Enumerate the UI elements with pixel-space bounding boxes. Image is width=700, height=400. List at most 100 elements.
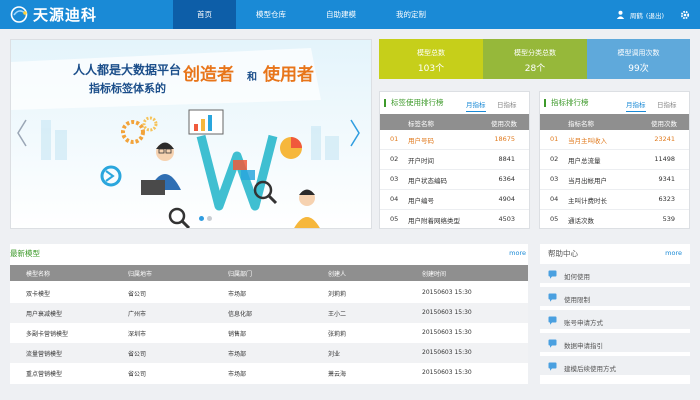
rank-count: 539 xyxy=(662,215,675,223)
help-item-usage-limits[interactable]: 使用限制 xyxy=(540,287,690,308)
panel-title: 指标排行榜 xyxy=(544,99,589,107)
model-dept: 市场部 xyxy=(228,371,247,378)
stat-label: 模型总数 xyxy=(417,49,445,57)
carousel-dot-2[interactable] xyxy=(207,216,212,221)
nav-self-modeling[interactable]: 自助建模 xyxy=(306,0,376,29)
rank-count: 9341 xyxy=(658,175,675,183)
help-item-label: 账号申请方式 xyxy=(564,319,603,327)
rank-count: 6364 xyxy=(498,175,515,183)
tab-daily[interactable]: 日指标 xyxy=(657,99,677,109)
rank-number: 03 xyxy=(390,175,399,183)
latest-models-section: 最新模型 more 模型名称 归属地市 归属部门 创建人 创建时间 双卡模型 省… xyxy=(10,244,528,384)
help-item-account-application[interactable]: 账号申请方式 xyxy=(540,310,690,331)
more-link[interactable]: more xyxy=(665,249,682,257)
stat-card-model-total[interactable]: 模型总数 103个 xyxy=(379,39,483,79)
banner-illustration: 人人都是大数据平台 指标标签体系的 创造者 和 使用者 xyxy=(11,40,371,228)
indicator-ranking-panel: 指标排行榜 月指标 日指标 指标名称 使用次数 01 当月主叫收入 23241 … xyxy=(539,91,690,229)
help-item-label: 数据申请指引 xyxy=(564,342,603,350)
column-header: 创建人 xyxy=(328,271,347,278)
table-row[interactable]: 02 开户时间 8841 xyxy=(380,150,529,170)
table-row[interactable]: 多副卡营销模型 深圳市 销售部 张莉莉 20150603 15:30 xyxy=(10,323,528,343)
rank-number: 04 xyxy=(550,195,559,203)
help-item-label: 建模后续使用方式 xyxy=(564,365,616,373)
stat-value: 28个 xyxy=(524,64,546,74)
rank-count: 4503 xyxy=(498,215,515,223)
rank-number: 01 xyxy=(550,135,559,143)
rank-number: 03 xyxy=(550,175,559,183)
model-time: 20150603 15:30 xyxy=(422,349,472,356)
model-creator: 刘莉莉 xyxy=(328,291,347,298)
banner-joiner: 和 xyxy=(246,70,257,83)
rank-number: 02 xyxy=(550,155,559,163)
nav-model-repository[interactable]: 模型仓库 xyxy=(236,0,306,29)
model-name[interactable]: 用户衰减模型 xyxy=(26,309,62,318)
stat-label: 模型调用次数 xyxy=(617,49,660,57)
rank-count: 4904 xyxy=(498,195,515,203)
rank-count: 23241 xyxy=(654,135,675,143)
table-row[interactable]: 双卡模型 省公司 市场部 刘莉莉 20150603 15:30 xyxy=(10,283,528,303)
more-link[interactable]: more xyxy=(509,249,526,257)
model-name[interactable]: 流量营销模型 xyxy=(26,349,62,358)
model-dept: 市场部 xyxy=(228,351,247,358)
stat-value: 99次 xyxy=(628,64,649,74)
gear-icon[interactable] xyxy=(680,10,690,20)
model-name[interactable]: 重点营销模型 xyxy=(26,369,62,378)
rank-count: 6323 xyxy=(658,195,675,203)
help-item-how-to-use[interactable]: 如何使用 xyxy=(540,264,690,285)
carousel-dots xyxy=(199,216,212,221)
brand-logo[interactable]: 天源迪科 xyxy=(10,5,97,24)
table-row[interactable]: 01 用户号码 18675 xyxy=(380,130,529,150)
banner-carousel[interactable]: 人人都是大数据平台 指标标签体系的 创造者 和 使用者 xyxy=(10,39,372,229)
column-header: 使用次数 xyxy=(651,120,677,128)
rank-count: 11498 xyxy=(654,155,675,163)
column-header: 标签名称 xyxy=(408,120,434,128)
help-item-post-modeling[interactable]: 建模后续使用方式 xyxy=(540,356,690,377)
column-header: 创建时间 xyxy=(422,271,447,278)
model-creator: 张莉莉 xyxy=(328,331,347,338)
nav-my-custom[interactable]: 我的定制 xyxy=(376,0,446,29)
logout-link[interactable]: (退出) xyxy=(646,10,664,20)
rank-name: 用户总流量 xyxy=(568,157,601,165)
model-time: 20150603 15:30 xyxy=(422,369,472,376)
table-header: 标签名称 使用次数 xyxy=(380,114,529,130)
table-row[interactable]: 04 主叫计费时长 6323 xyxy=(540,190,689,210)
table-row[interactable]: 重点营销模型 省公司 市场部 萧云海 20150603 15:30 xyxy=(10,363,528,383)
chat-bubble-icon xyxy=(548,270,557,281)
table-row[interactable]: 流量营销模型 省公司 市场部 刘业 20150603 15:30 xyxy=(10,343,528,363)
model-name[interactable]: 多副卡营销模型 xyxy=(26,329,68,338)
model-time: 20150603 15:30 xyxy=(422,329,472,336)
model-creator: 萧云海 xyxy=(328,371,347,378)
tab-monthly[interactable]: 月指标 xyxy=(626,99,646,112)
table-row[interactable]: 03 用户状态编码 6364 xyxy=(380,170,529,190)
table-row[interactable]: 02 用户总流量 11498 xyxy=(540,150,689,170)
help-item-data-application[interactable]: 数据申请指引 xyxy=(540,333,690,354)
help-item-label: 如何使用 xyxy=(564,273,590,281)
rank-name: 当月主叫收入 xyxy=(568,137,607,145)
table-row[interactable]: 04 用户编号 4904 xyxy=(380,190,529,210)
stat-card-call-count[interactable]: 模型调用次数 99次 xyxy=(587,39,690,79)
tab-monthly[interactable]: 月指标 xyxy=(466,99,486,112)
stat-card-category-total[interactable]: 模型分类总数 28个 xyxy=(483,39,587,79)
rank-number: 01 xyxy=(390,135,399,143)
table-row[interactable]: 01 当月主叫收入 23241 xyxy=(540,130,689,150)
nav-home[interactable]: 首页 xyxy=(173,0,236,29)
table-row[interactable]: 03 当月出帐用户 9341 xyxy=(540,170,689,190)
carousel-dot-1[interactable] xyxy=(199,216,204,221)
rank-number: 04 xyxy=(390,195,399,203)
table-row[interactable]: 05 用户附着网络类型 4503 xyxy=(380,210,529,230)
user-area: 周鹤 (退出) xyxy=(616,0,690,29)
rank-count: 18675 xyxy=(494,135,515,143)
section-title: 最新模型 xyxy=(10,249,40,258)
table-row[interactable]: 05 通话次数 539 xyxy=(540,210,689,230)
model-dept: 销售部 xyxy=(228,331,247,338)
main-nav: 首页 模型仓库 自助建模 我的定制 xyxy=(173,0,446,29)
table-row[interactable]: 用户衰减模型 广州市 信息化部 王小二 20150603 15:30 xyxy=(10,303,528,323)
chat-bubble-icon xyxy=(548,293,557,304)
model-city: 省公司 xyxy=(128,371,147,378)
table-header: 指标名称 使用次数 xyxy=(540,114,689,130)
tab-daily[interactable]: 日指标 xyxy=(497,99,517,109)
chat-bubble-icon xyxy=(548,362,557,373)
rank-number: 02 xyxy=(390,155,399,163)
model-name[interactable]: 双卡模型 xyxy=(26,289,50,298)
model-time: 20150603 15:30 xyxy=(422,289,472,296)
